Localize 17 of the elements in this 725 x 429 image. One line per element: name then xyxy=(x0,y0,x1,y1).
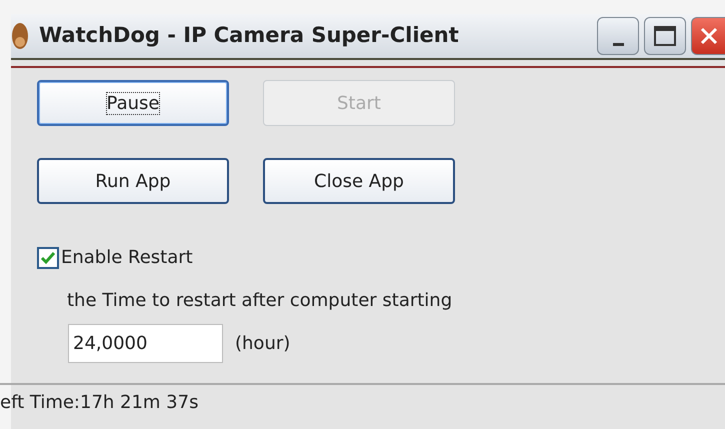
minimize-icon xyxy=(612,42,624,46)
checkmark-icon xyxy=(40,250,56,264)
app-button[interactable]: Pause xyxy=(37,80,229,126)
close-button[interactable] xyxy=(691,17,725,55)
app-button[interactable]: Run App xyxy=(37,158,229,204)
unit-label: (hour) xyxy=(235,332,290,356)
window-title: WatchDog - IP Camera Super-Client xyxy=(39,22,459,50)
enable-restart-checkbox[interactable] xyxy=(37,246,59,268)
app-button[interactable]: Close App xyxy=(263,158,455,204)
minimize-button[interactable] xyxy=(597,17,639,55)
hours-input-field[interactable]: 24,0000 xyxy=(68,324,223,363)
restart-prompt: the Time to restart after computer starting xyxy=(67,289,452,313)
close-icon xyxy=(698,26,718,46)
maximize-button[interactable] xyxy=(644,17,686,55)
maximize-icon xyxy=(654,26,676,46)
status-text: eft Time:17h 21m 37s xyxy=(0,392,198,413)
checkbox-label: Enable Restart xyxy=(61,246,193,270)
